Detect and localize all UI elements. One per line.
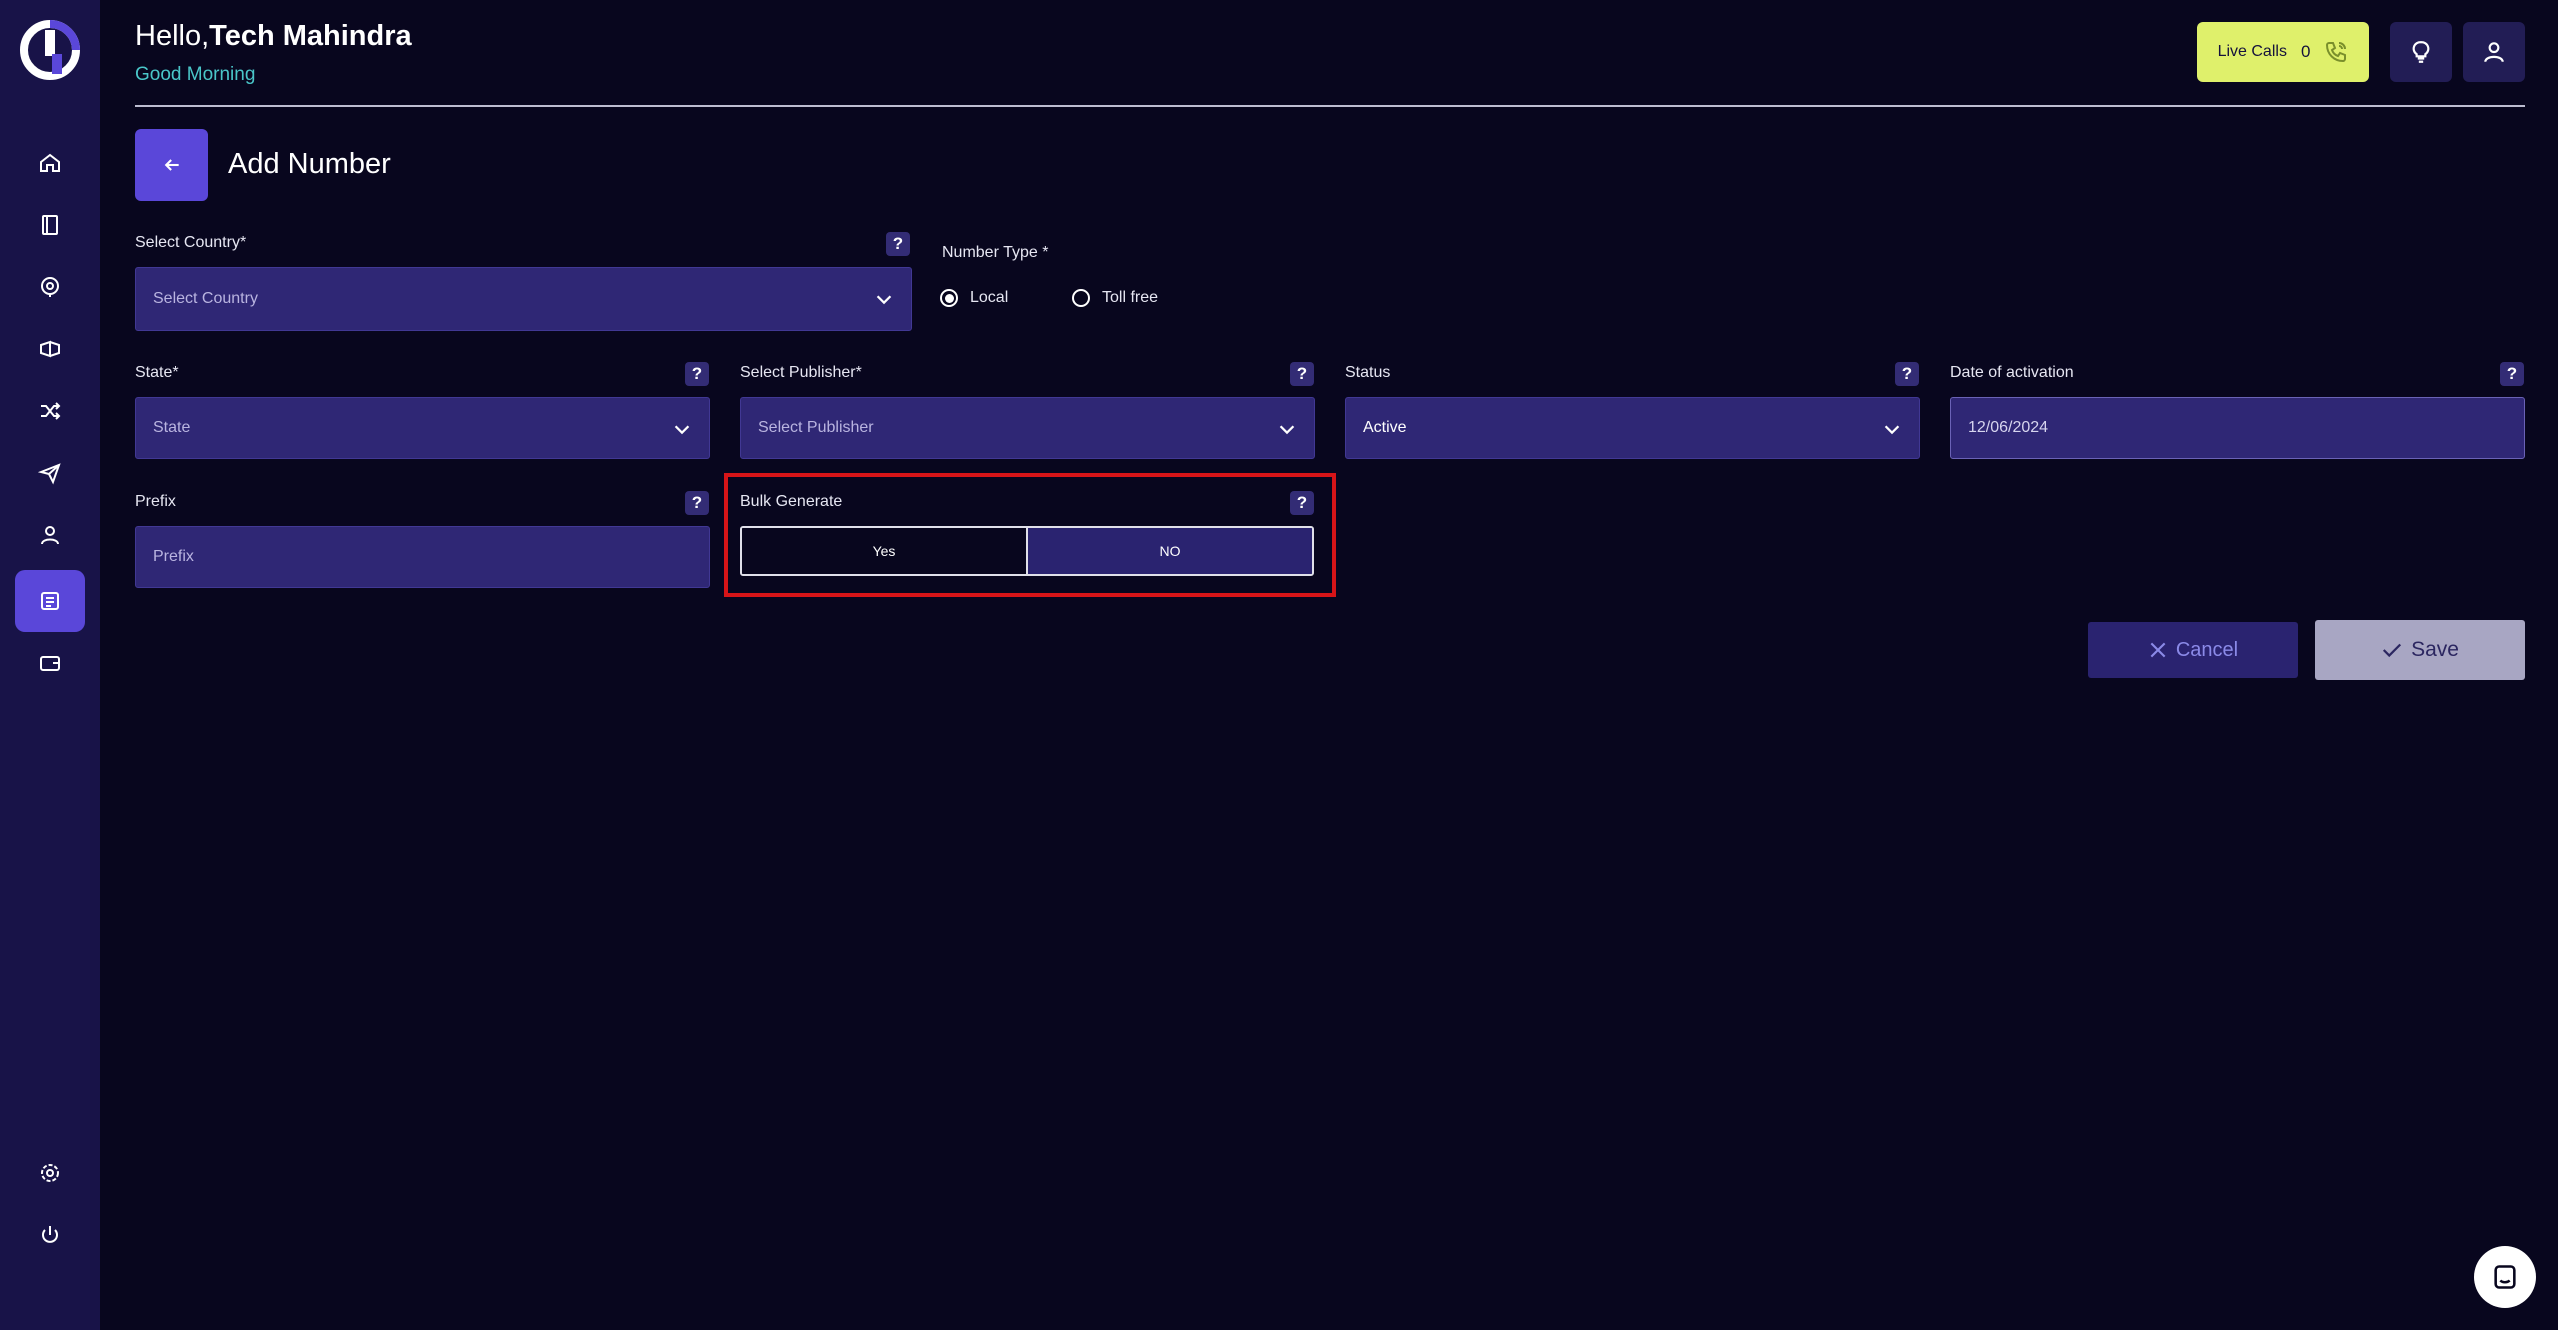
user-icon (41, 526, 59, 545)
prefix-label: Prefix (135, 493, 176, 510)
activation-help-icon[interactable]: ? (2500, 362, 2524, 386)
state-help-icon[interactable]: ? (685, 362, 709, 386)
close-icon (2150, 642, 2166, 658)
radio-toll-free[interactable]: Toll free (1072, 289, 1158, 307)
number-type-label: Number Type * (942, 244, 1049, 261)
status-help-icon[interactable]: ? (1895, 362, 1919, 386)
sidebar-item-logout[interactable] (15, 1204, 85, 1266)
profile-button[interactable] (2463, 22, 2525, 82)
bulk-generate-help-icon[interactable]: ? (1290, 491, 1314, 515)
radio-local-indicator[interactable] (940, 289, 958, 307)
chat-icon (2494, 1265, 2516, 1289)
wallet-icon (40, 656, 60, 671)
status-select[interactable]: Active (1345, 397, 1920, 459)
back-button[interactable] (135, 129, 208, 201)
greeting-subtitle: Good Morning (135, 64, 256, 85)
chevron-down-icon (876, 295, 892, 305)
phone-call-icon (2326, 42, 2347, 63)
sidebar-item-send[interactable] (15, 442, 85, 504)
sidebar-item-home[interactable] (15, 132, 85, 194)
sidebar-item-wallet[interactable] (15, 632, 85, 694)
arrow-left-icon (164, 159, 179, 171)
activation-date-input[interactable]: 12/06/2024 (1950, 397, 2525, 459)
activation-label: Date of activation (1950, 364, 2074, 381)
radio-toll-free-label: Toll free (1102, 289, 1159, 306)
sidebar-item-campaign[interactable] (15, 318, 85, 380)
publisher-placeholder: Select Publisher (758, 419, 874, 436)
cancel-label: Cancel (2175, 638, 2239, 661)
chevron-down-icon (1884, 425, 1900, 435)
shuffle-icon (41, 402, 61, 420)
prefix-help-icon[interactable]: ? (685, 491, 709, 515)
bulk-generate-toggle: Yes NO (740, 526, 1314, 576)
send-icon (38, 463, 61, 485)
tips-button[interactable] (2390, 22, 2452, 82)
target-icon (41, 277, 59, 297)
home-icon (40, 153, 60, 172)
country-label: Select Country* (135, 234, 247, 251)
publisher-select[interactable]: Select Publisher (740, 397, 1315, 459)
chevron-down-icon (1279, 425, 1295, 435)
live-calls-button[interactable]: Live Calls 0 (2197, 22, 2369, 82)
publisher-help-icon[interactable]: ? (1290, 362, 1314, 386)
radio-local-label: Local (970, 289, 1009, 306)
country-select[interactable]: Select Country (135, 267, 912, 331)
prefix-placeholder: Prefix (153, 548, 194, 565)
radio-local[interactable]: Local (940, 289, 1008, 307)
cancel-button[interactable]: Cancel (2088, 622, 2298, 678)
sidebar-item-settings[interactable] (15, 1142, 85, 1204)
state-select[interactable]: State (135, 397, 710, 459)
bulk-generate-label: Bulk Generate (740, 493, 843, 510)
prefix-input[interactable]: Prefix (135, 526, 710, 588)
power-icon (42, 1226, 58, 1243)
bulk-generate-no[interactable]: NO (1028, 528, 1312, 574)
sidebar-item-book[interactable] (15, 194, 85, 256)
status-label: Status (1345, 364, 1391, 381)
sidebar-item-user[interactable] (15, 504, 85, 566)
sidebar-item-target[interactable] (15, 256, 85, 318)
country-placeholder: Select Country (153, 290, 258, 307)
sidebar (0, 0, 100, 1330)
campaign-icon (40, 340, 60, 358)
logo-icon (20, 20, 80, 80)
chevron-down-icon (674, 425, 690, 435)
save-button[interactable]: Save (2315, 620, 2525, 680)
user-icon (2484, 42, 2504, 63)
numbers-icon (41, 592, 59, 610)
publisher-label: Select Publisher* (740, 364, 862, 381)
lightbulb-icon (2412, 41, 2430, 63)
chat-widget-button[interactable] (2474, 1246, 2536, 1308)
live-calls-label: Live Calls (2217, 43, 2287, 60)
sidebar-item-numbers[interactable] (15, 570, 85, 632)
header-divider (135, 105, 2525, 107)
activation-date-value: 12/06/2024 (1968, 419, 2049, 436)
sidebar-item-routing[interactable] (15, 380, 85, 442)
check-icon (2383, 643, 2402, 658)
live-calls-count: 0 (2300, 42, 2311, 61)
status-value: Active (1363, 419, 1407, 436)
save-label: Save (2411, 638, 2459, 661)
state-placeholder: State (153, 419, 191, 436)
radio-toll-free-indicator[interactable] (1072, 289, 1090, 307)
user-name: Tech Mahindra (209, 20, 412, 52)
country-help-icon[interactable]: ? (886, 232, 910, 256)
page-title: Add Number (228, 148, 391, 180)
bulk-generate-yes[interactable]: Yes (742, 528, 1028, 574)
greeting: Hello,Tech Mahindra (135, 20, 412, 52)
book-icon (42, 215, 58, 235)
state-label: State* (135, 364, 179, 381)
gear-icon (41, 1164, 59, 1182)
